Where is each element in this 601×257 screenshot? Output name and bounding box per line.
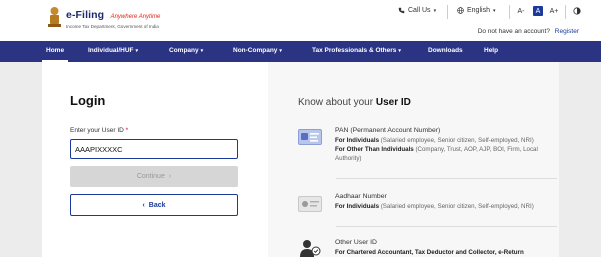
divider: [447, 5, 448, 19]
call-us-label: Call Us: [408, 7, 431, 14]
chevron-down-icon: ▾: [279, 48, 282, 54]
register-link[interactable]: Register: [555, 28, 579, 35]
main-nav: Home Individual/HUF ▾ Company ▾ Non-Compan…: [0, 41, 601, 62]
pan-individuals-label: For Individuals: [335, 137, 380, 144]
chevron-down-icon: ▾: [492, 7, 496, 14]
info-heading-bold: User ID: [375, 97, 411, 108]
nav-item-non-company[interactable]: Non-Company ▾: [233, 47, 282, 54]
back-label: Back: [148, 201, 166, 209]
brand-subtitle: Income Tax Department, Government of Ind…: [66, 24, 159, 29]
top-bar: e-Filing Anywhere Anytime Income Tax Dep…: [0, 0, 601, 41]
pan-individuals-detail: (Salaried employee, Senior citizen, Self…: [379, 137, 534, 144]
globe-icon: [457, 7, 464, 14]
divider: [336, 226, 557, 227]
nav-item-downloads[interactable]: Downloads: [428, 47, 463, 54]
nav-item-label: Home: [46, 47, 65, 54]
brand-tagline: Anywhere Anytime: [110, 14, 161, 20]
divider: [565, 5, 566, 19]
phone-icon: [398, 7, 405, 14]
other-id-icon: [298, 238, 322, 257]
required-mark: *: [125, 127, 129, 134]
other-detail: For Chartered Accountant, Tax Deductor a…: [335, 249, 524, 256]
divider: [336, 178, 557, 179]
nav-item-label: Help: [484, 47, 499, 54]
chevron-right-icon: ›: [168, 173, 172, 180]
pan-card-icon: [298, 129, 322, 145]
contrast-toggle-button[interactable]: [572, 6, 582, 16]
divider: [509, 5, 510, 19]
continue-button[interactable]: Continue ›: [70, 166, 238, 187]
nav-item-company[interactable]: Company ▾: [169, 47, 203, 54]
other-detail-line: For Chartered Accountant, Tax Deductor a…: [335, 248, 550, 257]
brand-logo[interactable]: e-Filing Anywhere Anytime Income Tax Dep…: [66, 5, 160, 29]
nav-item-label: Individual/HUF: [88, 47, 134, 54]
nav-item-help[interactable]: Help: [484, 47, 498, 54]
font-normal-button[interactable]: A: [533, 6, 543, 16]
font-increase-button[interactable]: A+: [549, 6, 559, 16]
chevron-down-icon: ▾: [135, 48, 139, 54]
nav-item-tax-professionals[interactable]: Tax Professionals & Others ▾: [312, 47, 401, 54]
contrast-icon: [573, 7, 581, 15]
call-us-menu[interactable]: Call Us ▾: [398, 7, 436, 14]
other-info-text: Other User ID For Chartered Accountant, …: [335, 238, 550, 257]
font-decrease-button[interactable]: A-: [516, 6, 526, 16]
language-selector[interactable]: English ▾: [457, 7, 495, 14]
brand-name: e-Filing: [66, 9, 105, 21]
page-title: Login: [70, 93, 106, 108]
other-title: Other User ID: [335, 239, 377, 246]
chevron-left-icon: ‹: [142, 201, 145, 209]
pan-info-text: PAN (Permanent Account Number) For Indiv…: [335, 126, 550, 163]
pan-title: PAN (Permanent Account Number): [335, 127, 441, 134]
aadhaar-title: Aadhaar Number: [335, 193, 387, 200]
pan-others-line: For Other Than Individuals (Company, Tru…: [335, 145, 550, 163]
nav-item-label: Tax Professionals & Others: [312, 47, 397, 54]
aadhaar-individuals-detail: (Salaried employee, Senior citizen, Self…: [379, 203, 534, 210]
user-id-input[interactable]: [70, 139, 238, 159]
register-prompt: Do not have an account? Register: [478, 28, 579, 35]
chevron-down-icon: ▾: [433, 7, 437, 14]
language-value: English: [467, 7, 490, 14]
chevron-down-icon: ▾: [200, 48, 204, 54]
user-id-info-panel: Know about your User ID PAN (Permanent A…: [268, 62, 559, 257]
continue-label: Continue: [136, 173, 165, 180]
login-card: Login Enter your User ID * Continue › ‹ …: [42, 62, 268, 257]
back-button[interactable]: ‹ Back: [70, 194, 238, 216]
nav-item-label: Company: [169, 47, 199, 54]
info-heading: Know about your User ID: [298, 97, 411, 108]
nav-item-home[interactable]: Home: [46, 47, 64, 54]
nav-item-label: Downloads: [428, 47, 463, 54]
no-account-text: Do not have an account?: [477, 28, 550, 35]
national-emblem-icon: [46, 6, 63, 28]
aadhaar-info-text: Aadhaar Number For Individuals (Salaried…: [335, 192, 550, 211]
aadhaar-individuals-line: For Individuals (Salaried employee, Seni…: [335, 202, 550, 211]
aadhaar-individuals-label: For Individuals: [335, 203, 380, 210]
user-id-label-text: Enter your User ID: [70, 127, 124, 134]
pan-others-label: For Other Than Individuals: [335, 146, 414, 153]
info-heading-prefix: Know about your: [298, 97, 374, 108]
aadhaar-card-icon: [298, 196, 322, 212]
chevron-down-icon: ▾: [398, 48, 401, 54]
pan-individuals-line: For Individuals (Salaried employee, Seni…: [335, 136, 550, 145]
user-id-label: Enter your User ID *: [70, 127, 128, 134]
nav-item-label: Non-Company: [233, 47, 278, 54]
nav-item-individual-huf[interactable]: Individual/HUF ▾: [88, 47, 138, 54]
